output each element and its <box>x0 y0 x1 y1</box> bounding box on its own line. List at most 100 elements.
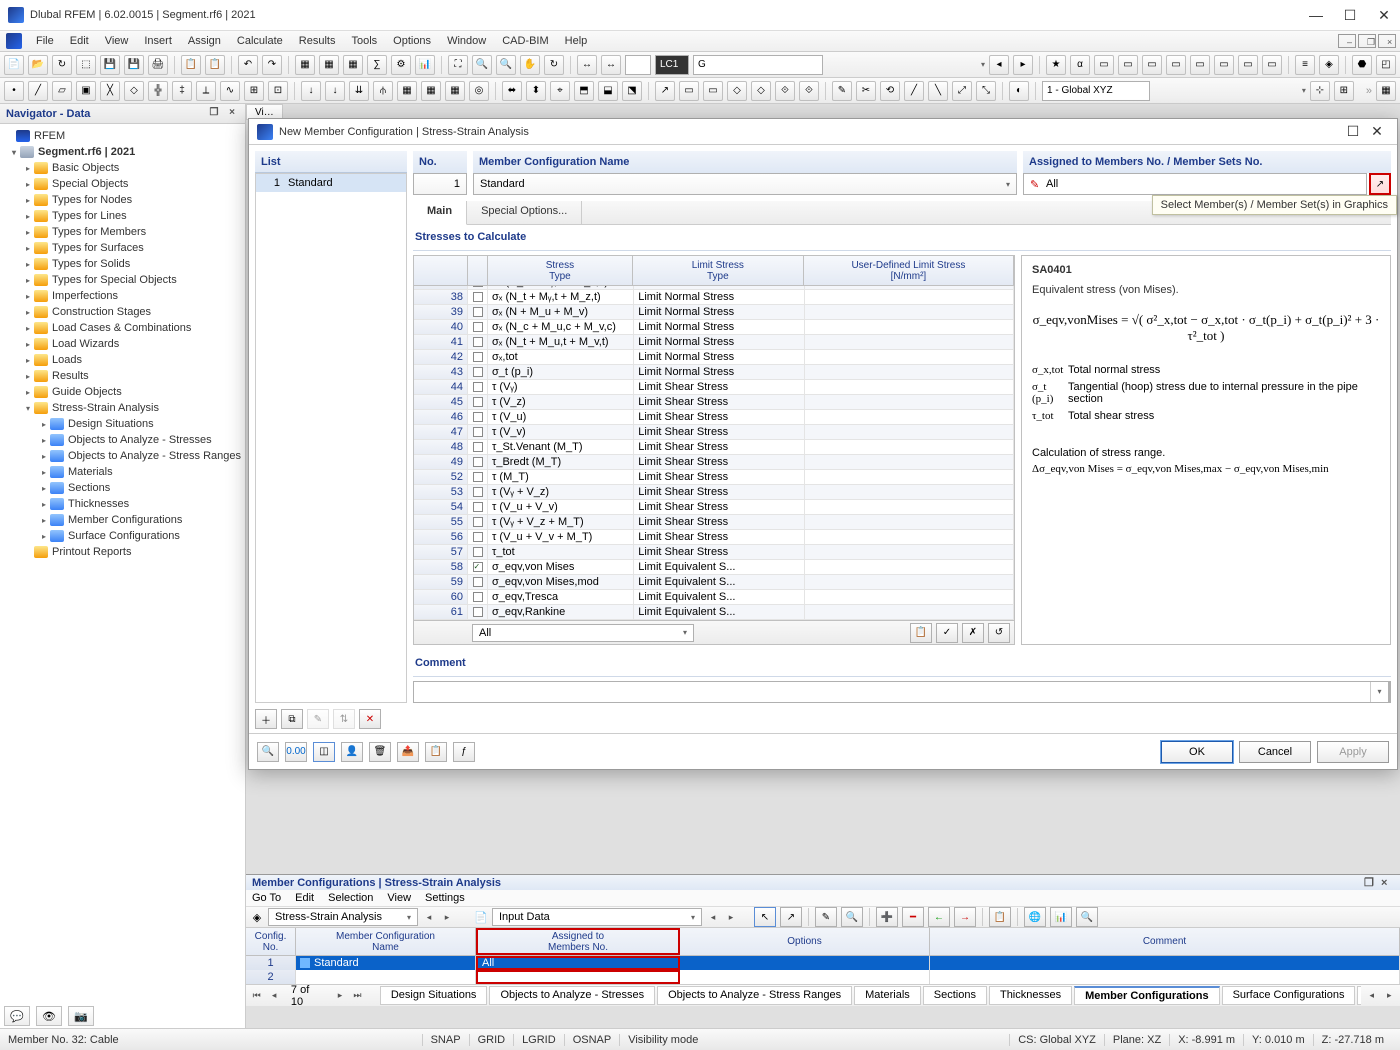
stress-row[interactable]: 49τ_Bredt (M_T)Limit Shear Stress <box>414 455 1014 470</box>
save-all-icon[interactable]: 💾 <box>124 55 144 75</box>
stress-row[interactable]: 46τ (V_u)Limit Shear Stress <box>414 410 1014 425</box>
menu-edit[interactable]: Edit <box>62 33 97 49</box>
t6-icon[interactable]: ◇ <box>124 81 144 101</box>
view-chat-icon[interactable]: 💬 <box>4 1006 30 1026</box>
stress-checkbox[interactable] <box>473 337 483 347</box>
stress-row[interactable]: 57τ_totLimit Shear Stress <box>414 545 1014 560</box>
bp-menu-selection[interactable]: Selection <box>328 892 373 904</box>
bp-t9-icon[interactable]: 🌐 <box>1024 907 1046 927</box>
status-lgrid[interactable]: LGRID <box>513 1034 564 1046</box>
t27-icon[interactable]: ↗ <box>655 81 675 101</box>
r8-icon[interactable]: ▭ <box>1262 55 1282 75</box>
bottom-tab[interactable]: Objects to Analyze - Stresses <box>489 986 655 1005</box>
config-list-item[interactable]: 1 Standard <box>256 174 406 192</box>
stress-row[interactable]: 39σₓ (N + M_u + M_v)Limit Normal Stress <box>414 305 1014 320</box>
t39-icon[interactable]: ⤢ <box>952 81 972 101</box>
menu-file[interactable]: File <box>28 33 62 49</box>
zoom-win-icon[interactable]: 🔍 <box>472 55 492 75</box>
t32-icon[interactable]: ⟐ <box>775 81 795 101</box>
t16-icon[interactable]: ⫛ <box>373 81 393 101</box>
t33-icon[interactable]: ⟐ <box>799 81 819 101</box>
tree-ssa-child[interactable]: Member Configurations <box>68 514 182 526</box>
cs-dd-icon[interactable]: ▾ <box>1302 86 1306 95</box>
bp-t2-icon[interactable]: ↗ <box>780 907 802 927</box>
blocks-icon[interactable]: ⬚ <box>76 55 96 75</box>
bottom-tab[interactable]: Objects to Analyze - Stress Ranges <box>657 986 852 1005</box>
tree-item[interactable]: Results <box>52 370 89 382</box>
t42-icon[interactable]: ⊹ <box>1310 81 1330 101</box>
t40-icon[interactable]: ⤡ <box>976 81 996 101</box>
bp-t1-icon[interactable]: ↖ <box>754 907 776 927</box>
bp-t3-icon[interactable]: ✎ <box>815 907 837 927</box>
opt3-icon[interactable]: 🗑 <box>369 742 391 762</box>
tree-ssa-child[interactable]: Surface Configurations <box>68 530 180 542</box>
stress-row[interactable]: 45τ (V_z)Limit Shear Stress <box>414 395 1014 410</box>
cs-combo[interactable]: 1 - Global XYZ <box>1042 81 1150 101</box>
report-2-icon[interactable]: 📋 <box>205 55 225 75</box>
t28-icon[interactable]: ▭ <box>679 81 699 101</box>
stress-row[interactable]: 42σₓ,totLimit Normal Stress <box>414 350 1014 365</box>
t38-icon[interactable]: ╲ <box>928 81 948 101</box>
rotate-icon[interactable]: ↻ <box>544 55 564 75</box>
r2-icon[interactable]: ▭ <box>1118 55 1138 75</box>
cube-icon[interactable]: ◰ <box>1376 55 1396 75</box>
bp-last-icon[interactable]: ⏭ <box>351 990 364 1001</box>
bp-t8-icon[interactable]: 📋 <box>989 907 1011 927</box>
lc-dd-icon[interactable]: ▾ <box>981 60 985 69</box>
bottom-close-icon[interactable]: × <box>1381 877 1394 889</box>
mdi-close[interactable]: × <box>1378 34 1396 48</box>
t35-icon[interactable]: ✂ <box>856 81 876 101</box>
bp-data-prev[interactable]: ◂ <box>706 912 720 923</box>
stress-row[interactable]: 53τ (Vᵧ + V_z)Limit Shear Stress <box>414 485 1014 500</box>
undo-icon[interactable]: ↶ <box>238 55 258 75</box>
opt4-icon[interactable]: 📤 <box>397 742 419 762</box>
t31-icon[interactable]: ◇ <box>751 81 771 101</box>
stress-checkbox[interactable] <box>473 562 483 572</box>
stress-checkbox[interactable] <box>473 307 483 317</box>
bp-menu-settings[interactable]: Settings <box>425 892 465 904</box>
menu-view[interactable]: View <box>97 33 137 49</box>
t37-icon[interactable]: ╱ <box>904 81 924 101</box>
toolbar-overflow[interactable]: » <box>1366 85 1372 97</box>
dialog-maximize[interactable]: ☐ <box>1341 123 1365 140</box>
status-grid[interactable]: GRID <box>469 1034 514 1046</box>
bottom-tab[interactable]: Materials <box>854 986 921 1005</box>
bp-mod-next[interactable]: ▸ <box>440 912 454 923</box>
tree-item[interactable]: Construction Stages <box>52 306 151 318</box>
tree-item[interactable]: Loads <box>52 354 82 366</box>
t5-icon[interactable]: ╳ <box>100 81 120 101</box>
layers-icon[interactable]: ≡ <box>1295 55 1315 75</box>
stress-checkbox[interactable] <box>473 592 483 602</box>
bottom-tab[interactable]: Thicknesses <box>989 986 1072 1005</box>
bp-menu-goto[interactable]: Go To <box>252 892 281 904</box>
solid-icon[interactable]: ▣ <box>76 81 96 101</box>
uncheck-all-icon[interactable]: ✗ <box>962 623 984 643</box>
stress-row[interactable]: 52τ (M_T)Limit Shear Stress <box>414 470 1014 485</box>
tree-item[interactable]: Types for Lines <box>52 210 127 222</box>
bottom-tab[interactable]: Sections <box>923 986 987 1005</box>
bottom-tab[interactable]: Surface Configurations <box>1222 986 1356 1005</box>
menu-tools[interactable]: Tools <box>343 33 385 49</box>
t24-icon[interactable]: ⬒ <box>574 81 594 101</box>
stress-row[interactable]: 58σ_eqv,von MisesLimit Equivalent S... <box>414 560 1014 575</box>
menu-calculate[interactable]: Calculate <box>229 33 291 49</box>
t23-icon[interactable]: ⌖ <box>550 81 570 101</box>
t7-icon[interactable]: ╬ <box>148 81 168 101</box>
tree-project[interactable]: Segment.rf6 | 2021 <box>38 146 135 158</box>
tree-item[interactable]: Types for Solids <box>52 258 130 270</box>
t13-icon[interactable]: ↓ <box>301 81 321 101</box>
save-icon[interactable]: 💾 <box>100 55 120 75</box>
stress-row[interactable]: 56τ (V_u + V_v + M_T)Limit Shear Stress <box>414 530 1014 545</box>
r6-icon[interactable]: ▭ <box>1214 55 1234 75</box>
t10-icon[interactable]: ∿ <box>220 81 240 101</box>
bottom-tab[interactable]: Design Situations <box>380 986 488 1005</box>
stress-row[interactable]: 41σₓ (N_t + M_u,t + M_v,t)Limit Normal S… <box>414 335 1014 350</box>
stress-checkbox[interactable] <box>473 577 483 587</box>
print-icon[interactable]: 🖨 <box>148 55 168 75</box>
stress-checkbox[interactable] <box>473 352 483 362</box>
bottom-tab[interactable]: Member Configurations <box>1074 986 1219 1005</box>
stress-row[interactable]: 48τ_St.Venant (M_T)Limit Shear Stress <box>414 440 1014 455</box>
tree-ssa-child[interactable]: Design Situations <box>68 418 154 430</box>
t17-icon[interactable]: ▦ <box>397 81 417 101</box>
tree-root[interactable]: RFEM <box>34 130 65 142</box>
